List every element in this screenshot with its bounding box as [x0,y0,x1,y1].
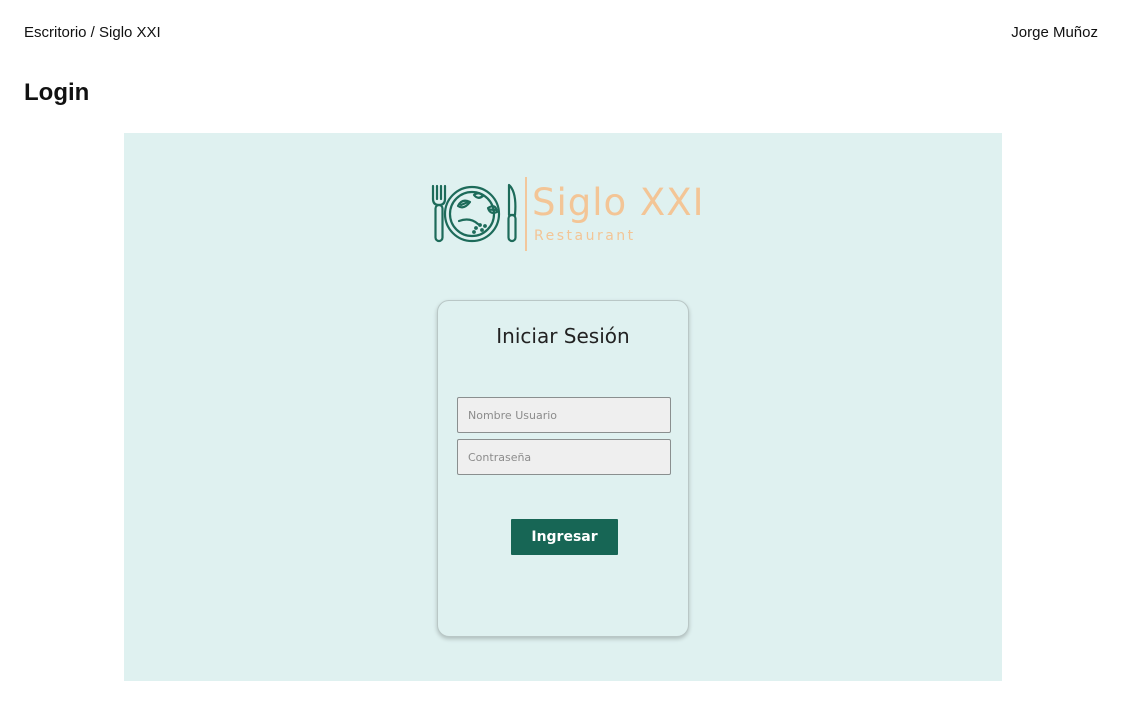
user-name[interactable]: Jorge Muñoz [1011,24,1098,42]
login-title: Iniciar Sesión [496,324,630,348]
login-screen-frame: Siglo XXI Restaurant Iniciar Sesión Ingr… [124,133,1002,681]
password-input[interactable] [457,439,671,475]
login-card: Iniciar Sesión Ingresar [437,300,689,637]
page-title: Login [24,79,90,106]
username-input[interactable] [457,397,671,433]
logo-brand-name: Siglo XXI [532,181,705,224]
logo-subtitle: Restaurant [534,228,636,244]
plate-fork-knife-icon [431,183,517,243]
breadcrumb[interactable]: Escritorio / Siglo XXI [24,24,161,42]
logo-divider [525,177,527,251]
restaurant-logo: Siglo XXI Restaurant [430,177,704,257]
login-button[interactable]: Ingresar [511,519,618,555]
